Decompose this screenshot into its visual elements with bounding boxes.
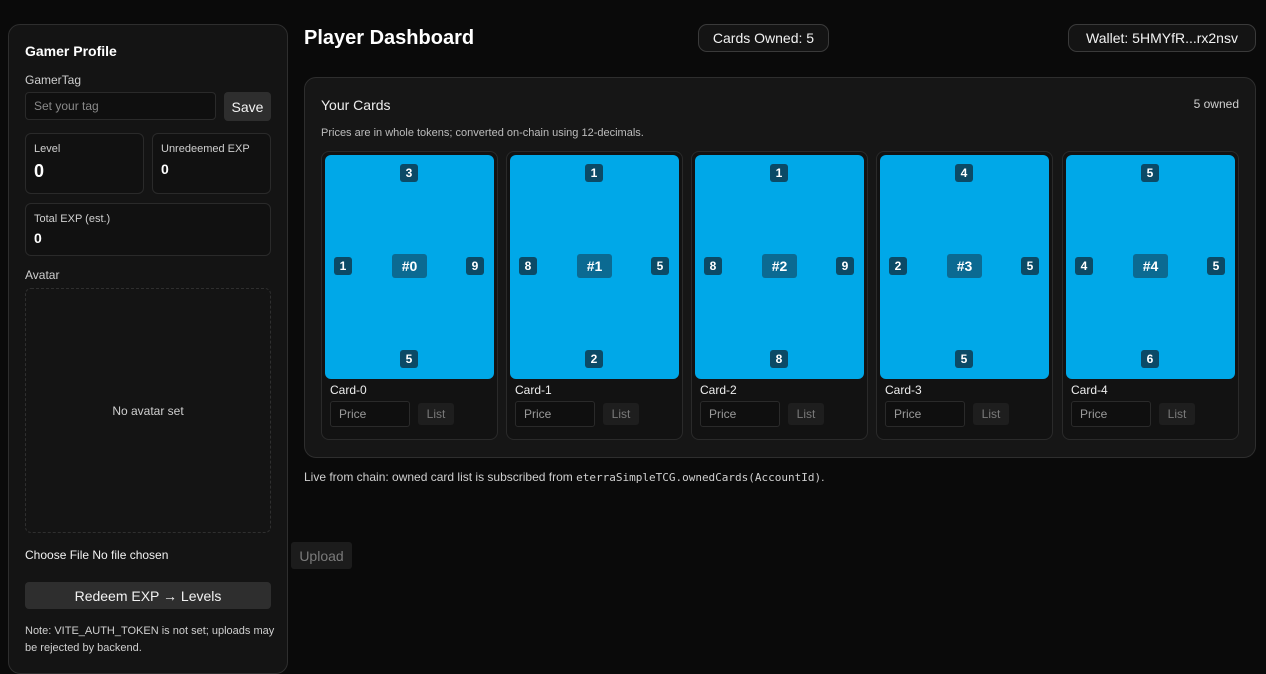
card-id-badge: #3: [947, 254, 982, 278]
card-face[interactable]: 5 4 #4 5 6: [1066, 155, 1235, 379]
card-right-value: 9: [466, 257, 484, 275]
card-name: Card-3: [885, 383, 922, 397]
unredeemed-exp-label: Unredeemed EXP: [161, 143, 250, 155]
your-cards-panel: Your Cards 5 owned Prices are in whole t…: [304, 77, 1256, 458]
auth-token-note: Note: VITE_AUTH_TOKEN is not set; upload…: [25, 625, 275, 654]
list-button[interactable]: List: [418, 403, 454, 425]
page-title: Player Dashboard: [304, 27, 475, 49]
live-chain-code: eterraSimpleTCG.ownedCards(AccountId): [576, 471, 822, 484]
panel-title: Your Cards: [321, 97, 391, 113]
card-slot: 3 1 #0 9 5 Card-0 List: [321, 151, 498, 440]
level-stat: Level 0: [25, 133, 144, 194]
card-slot: 4 2 #3 5 5 Card-3 List: [876, 151, 1053, 440]
gamertag-input[interactable]: [25, 92, 216, 120]
live-chain-text: Live from chain: owned card list is subs…: [304, 470, 577, 484]
card-slot: 1 8 #2 9 8 Card-2 List: [691, 151, 868, 440]
card-left-value: 8: [704, 257, 722, 275]
card-id-badge: #0: [392, 254, 427, 278]
card-right-value: 9: [836, 257, 854, 275]
card-id-badge: #2: [762, 254, 797, 278]
level-value: 0: [34, 161, 45, 181]
card-left-value: 4: [1075, 257, 1093, 275]
save-button[interactable]: Save: [224, 92, 271, 121]
card-name: Card-1: [515, 383, 552, 397]
file-chooser[interactable]: Choose File No file chosen: [25, 548, 168, 562]
price-input[interactable]: [515, 401, 595, 427]
gamer-profile-panel: Gamer Profile GamerTag Save Level 0 Unre…: [8, 24, 288, 674]
price-input[interactable]: [885, 401, 965, 427]
price-input[interactable]: [700, 401, 780, 427]
card-right-value: 5: [1207, 257, 1225, 275]
card-name: Card-4: [1071, 383, 1108, 397]
wallet-badge: Wallet: 5HMYfR...rx2nsv: [1068, 24, 1256, 52]
avatar-placeholder: No avatar set: [25, 288, 271, 533]
total-exp-stat: Total EXP (est.) 0: [25, 203, 271, 256]
owned-count: 5 owned: [1193, 97, 1239, 111]
card-top-value: 5: [1141, 164, 1159, 182]
card-face[interactable]: 3 1 #0 9 5: [325, 155, 494, 379]
card-face[interactable]: 4 2 #3 5 5: [880, 155, 1049, 379]
redeem-exp-button[interactable]: Redeem EXP → Levels: [25, 582, 271, 609]
card-top-value: 1: [585, 164, 603, 182]
price-note: Prices are in whole tokens; converted on…: [321, 127, 644, 139]
unredeemed-exp-value: 0: [161, 161, 169, 177]
cards-owned-badge: Cards Owned: 5: [698, 24, 829, 52]
card-id-badge: #1: [577, 254, 612, 278]
card-name: Card-2: [700, 383, 737, 397]
card-bottom-value: 2: [585, 350, 603, 368]
card-id-badge: #4: [1133, 254, 1168, 278]
total-exp-value: 0: [34, 230, 42, 246]
card-top-value: 1: [770, 164, 788, 182]
card-right-value: 5: [1021, 257, 1039, 275]
list-button[interactable]: List: [1159, 403, 1195, 425]
card-bottom-value: 6: [1141, 350, 1159, 368]
total-exp-label: Total EXP (est.): [34, 213, 111, 225]
card-left-value: 8: [519, 257, 537, 275]
card-top-value: 4: [955, 164, 973, 182]
price-input[interactable]: [1071, 401, 1151, 427]
avatar-empty-text: No avatar set: [112, 403, 184, 418]
card-slot: 1 8 #1 5 2 Card-1 List: [506, 151, 683, 440]
card-face[interactable]: 1 8 #1 5 2: [510, 155, 679, 379]
upload-button[interactable]: Upload: [291, 542, 352, 569]
avatar-label: Avatar: [25, 268, 60, 282]
live-chain-note: Live from chain: owned card list is subs…: [304, 470, 825, 484]
card-bottom-value: 5: [955, 350, 973, 368]
card-bottom-value: 8: [770, 350, 788, 368]
card-right-value: 5: [651, 257, 669, 275]
list-button[interactable]: List: [788, 403, 824, 425]
price-input[interactable]: [330, 401, 410, 427]
card-left-value: 2: [889, 257, 907, 275]
list-button[interactable]: List: [973, 403, 1009, 425]
card-name: Card-0: [330, 383, 367, 397]
unredeemed-exp-stat: Unredeemed EXP 0: [152, 133, 271, 194]
card-top-value: 3: [400, 164, 418, 182]
card-left-value: 1: [334, 257, 352, 275]
level-label: Level: [34, 143, 61, 155]
card-slot: 5 4 #4 5 6 Card-4 List: [1062, 151, 1239, 440]
list-button[interactable]: List: [603, 403, 639, 425]
card-bottom-value: 5: [400, 350, 418, 368]
card-face[interactable]: 1 8 #2 9 8: [695, 155, 864, 379]
live-chain-suffix: .: [821, 470, 825, 484]
profile-title: Gamer Profile: [25, 43, 117, 59]
gamertag-label: GamerTag: [25, 73, 82, 87]
